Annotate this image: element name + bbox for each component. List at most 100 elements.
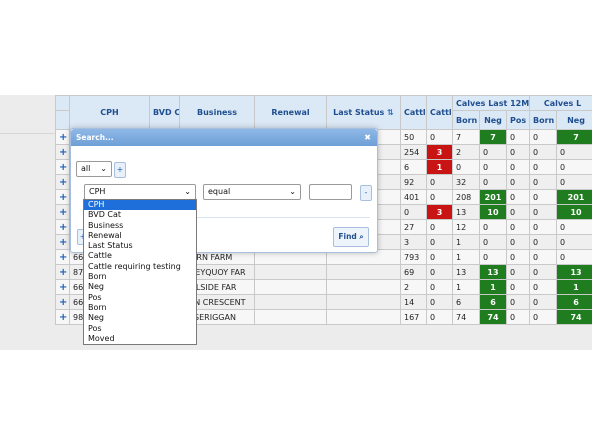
- expand-button[interactable]: +: [55, 294, 70, 310]
- expand-button[interactable]: +: [55, 129, 70, 145]
- minus-icon: -: [364, 188, 368, 197]
- cell-cattle: 2: [400, 279, 427, 295]
- dropdown-option[interactable]: Born: [84, 303, 196, 313]
- group-select[interactable]: all ⌄: [76, 161, 112, 177]
- cell-cattle: 254: [400, 144, 427, 160]
- cell-born: 6: [452, 294, 480, 310]
- col-label: Cattle: [404, 108, 426, 117]
- dropdown-option[interactable]: BVD Cat: [84, 210, 196, 220]
- col-header-born[interactable]: Born: [452, 110, 480, 130]
- cell-pos: 0: [505, 249, 531, 265]
- dropdown-option[interactable]: Cattle: [84, 251, 196, 261]
- dropdown-option[interactable]: Neg: [84, 282, 196, 292]
- cell-born2: 0: [529, 249, 558, 265]
- col-header-cattle-testing[interactable]: Cattle: [426, 95, 453, 130]
- cell-pos: 0: [505, 174, 531, 190]
- col-header-neg[interactable]: Neg: [479, 110, 507, 130]
- col-header-last-status[interactable]: Last Status ⇅: [326, 95, 401, 130]
- cell-born2: 0: [529, 204, 558, 220]
- left-panel-divider: [0, 133, 55, 134]
- cell-neg2: 0: [556, 159, 592, 175]
- expand-button[interactable]: +: [55, 144, 70, 160]
- cell-neg2: 13: [556, 264, 592, 280]
- cell-born: 1: [452, 234, 480, 250]
- dropdown-option[interactable]: Pos: [84, 324, 196, 334]
- expand-button[interactable]: +: [55, 309, 70, 325]
- cell-cattle: 69: [400, 264, 427, 280]
- expand-button[interactable]: +: [55, 249, 70, 265]
- cell-born2: 0: [529, 144, 558, 160]
- col-header-pos[interactable]: Pos: [505, 110, 531, 130]
- cell-neg: 0: [479, 234, 507, 250]
- cell-cattle: 6: [400, 159, 427, 175]
- col-header-cph[interactable]: CPH: [69, 95, 150, 130]
- dropdown-option[interactable]: Business: [84, 221, 196, 231]
- expand-button[interactable]: +: [55, 264, 70, 280]
- remove-rule-button[interactable]: -: [360, 185, 372, 201]
- cell-born: 1: [452, 249, 480, 265]
- cell-pos: 0: [505, 189, 531, 205]
- cell-last-status: [326, 294, 401, 310]
- cell-neg2: 6: [556, 294, 592, 310]
- expand-button[interactable]: +: [55, 279, 70, 295]
- cell-born: 13: [452, 204, 480, 220]
- col-header-bvd[interactable]: BVD Ca: [149, 95, 180, 130]
- expand-button[interactable]: +: [55, 189, 70, 205]
- expand-button[interactable]: +: [55, 219, 70, 235]
- add-group-button[interactable]: +: [114, 162, 126, 178]
- cell-born: 0: [452, 159, 480, 175]
- cell-pos: 0: [505, 159, 531, 175]
- dropdown-option[interactable]: Neg: [84, 313, 196, 323]
- expand-button[interactable]: +: [55, 204, 70, 220]
- cell-neg: 13: [479, 264, 507, 280]
- operator-select[interactable]: equal ⌄: [203, 184, 301, 200]
- dropdown-option[interactable]: Moved: [84, 334, 196, 344]
- cell-cattle: 167: [400, 309, 427, 325]
- dropdown-option[interactable]: Cattle requiring testing: [84, 262, 196, 272]
- find-label: Find: [338, 232, 357, 241]
- cell-cattle: 793: [400, 249, 427, 265]
- cell-last-status: [326, 264, 401, 280]
- expand-button[interactable]: +: [55, 234, 70, 250]
- operator-select-value: equal: [208, 187, 231, 196]
- dropdown-option[interactable]: CPH: [84, 200, 196, 211]
- cell-born: 74: [452, 309, 480, 325]
- dropdown-option[interactable]: Pos: [84, 293, 196, 303]
- dropdown-option[interactable]: Last Status: [84, 241, 196, 251]
- find-button[interactable]: Find ⌕: [333, 227, 369, 247]
- cell-pos: 0: [505, 294, 531, 310]
- cell-neg2: 74: [556, 309, 592, 325]
- chevron-down-icon: ⌄: [100, 164, 107, 173]
- col-label: Cattle: [430, 108, 452, 117]
- expand-button[interactable]: +: [55, 159, 70, 175]
- dropdown-option[interactable]: Born: [84, 272, 196, 282]
- cell-neg2: 0: [556, 234, 592, 250]
- cell-renewal: [254, 279, 327, 295]
- cell-cattle-testing: 3: [426, 144, 453, 160]
- col-header-neg2[interactable]: Neg: [556, 110, 592, 130]
- dropdown-option[interactable]: Renewal: [84, 231, 196, 241]
- value-input[interactable]: [309, 184, 352, 200]
- cell-cattle-testing: 0: [426, 309, 453, 325]
- group-label: Calves L: [543, 98, 582, 108]
- col-header-business[interactable]: Business: [179, 95, 255, 130]
- cell-neg2: 7: [556, 129, 592, 145]
- cell-pos: 0: [505, 219, 531, 235]
- cell-born: 208: [452, 189, 480, 205]
- cell-cattle: 3: [400, 234, 427, 250]
- field-select[interactable]: CPH ⌄: [84, 184, 196, 200]
- col-header-renewal[interactable]: Renewal: [254, 95, 327, 130]
- cell-neg2: 201: [556, 189, 592, 205]
- expand-button[interactable]: +: [55, 174, 70, 190]
- col-label: Renewal: [271, 108, 310, 117]
- col-header-cattle[interactable]: Cattle: [400, 95, 427, 130]
- cell-neg2: 10: [556, 204, 592, 220]
- col-header-born2[interactable]: Born: [529, 110, 558, 130]
- cell-neg: 0: [479, 249, 507, 265]
- close-icon[interactable]: ✖: [364, 129, 371, 146]
- cell-neg: 0: [479, 174, 507, 190]
- cell-neg: 0: [479, 219, 507, 235]
- cell-born2: 0: [529, 294, 558, 310]
- group-header-calves: Calves Last 12M: [451, 95, 531, 111]
- cell-cattle-testing: 0: [426, 279, 453, 295]
